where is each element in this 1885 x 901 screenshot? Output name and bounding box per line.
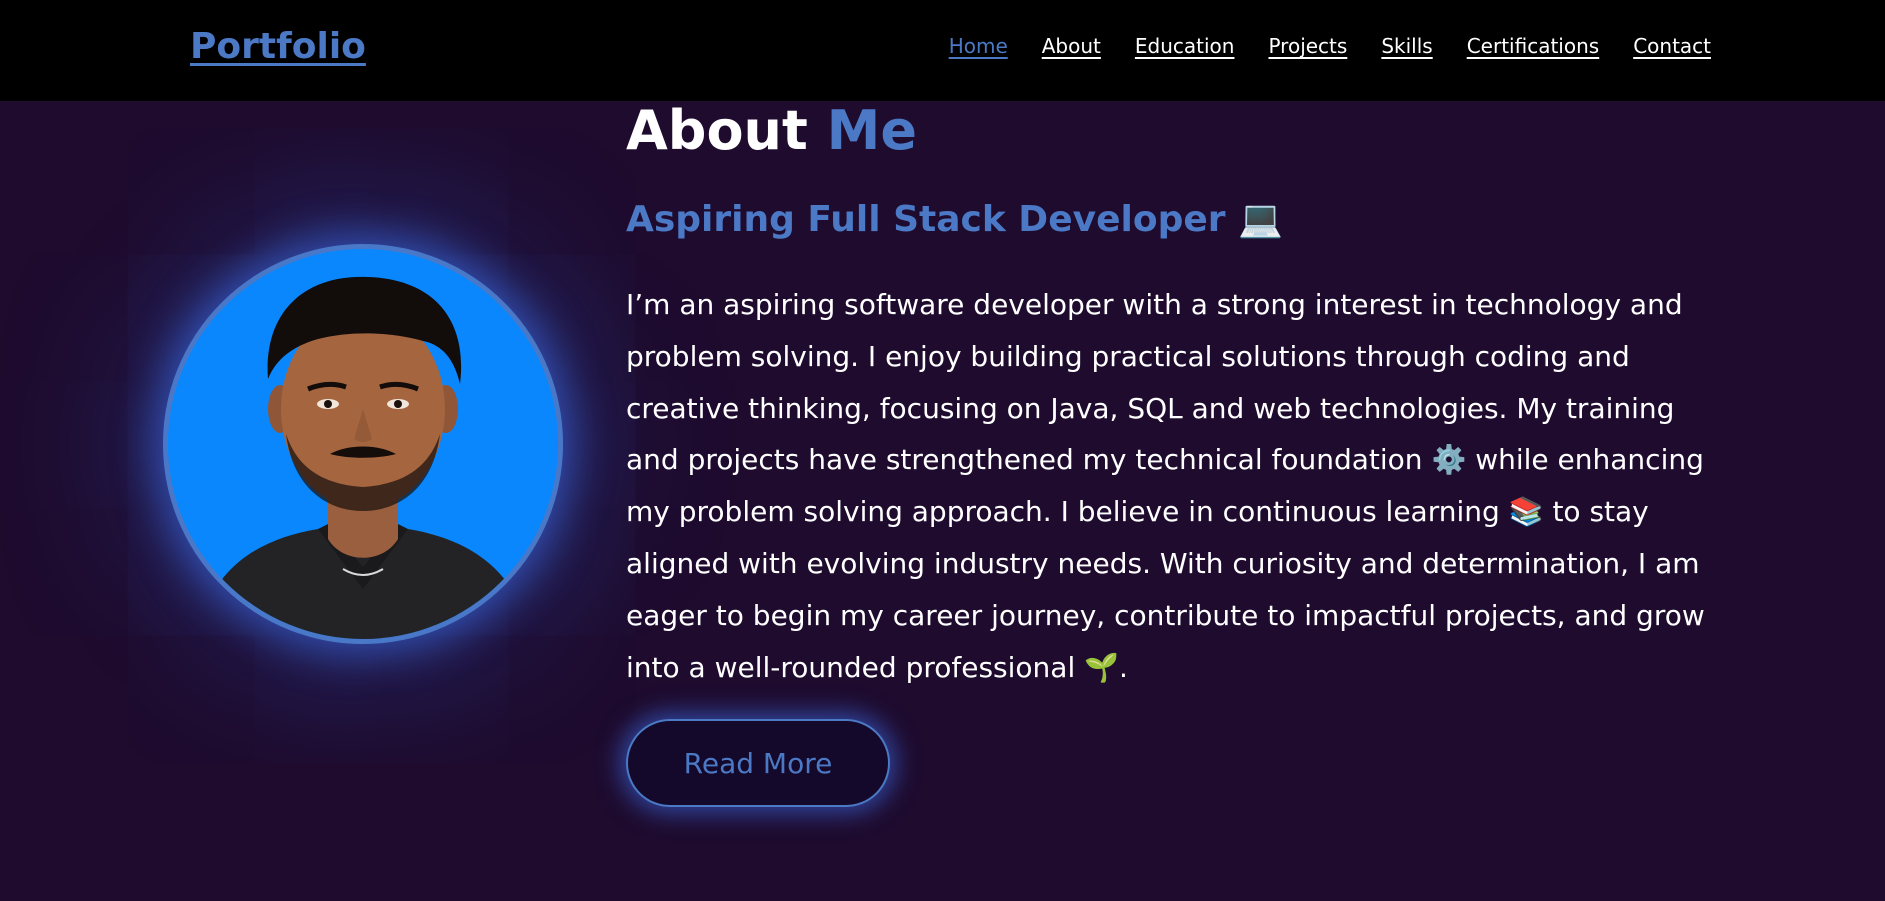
profile-photo (163, 244, 563, 644)
about-bio: I’m an aspiring software developer with … (626, 288, 1705, 684)
about-title-accent: Me (826, 99, 917, 162)
logo-link[interactable]: Portfolio (190, 26, 366, 67)
person-portrait-icon (168, 249, 558, 639)
nav-link-projects[interactable]: Projects (1268, 34, 1347, 58)
about-subtitle-text: Aspiring Full Stack Developer (626, 199, 1226, 240)
read-more-button[interactable]: Read More (626, 719, 890, 807)
nav-link-certifications[interactable]: Certifications (1467, 34, 1599, 58)
navbar: Portfolio Home About Education Projects … (0, 0, 1885, 101)
nav-link-home[interactable]: Home (949, 34, 1008, 58)
nav-link-skills[interactable]: Skills (1381, 34, 1432, 58)
about-title-main: About (626, 99, 808, 162)
nav-links: Home About Education Projects Skills Cer… (949, 34, 1711, 58)
nav-link-contact[interactable]: Contact (1633, 34, 1711, 58)
about-title: About Me (626, 100, 917, 162)
nav-link-about[interactable]: About (1042, 34, 1101, 58)
about-subtitle: Aspiring Full Stack Developer 💻 (626, 196, 1283, 244)
nav-link-education[interactable]: Education (1135, 34, 1235, 58)
laptop-icon: 💻 (1238, 199, 1283, 240)
